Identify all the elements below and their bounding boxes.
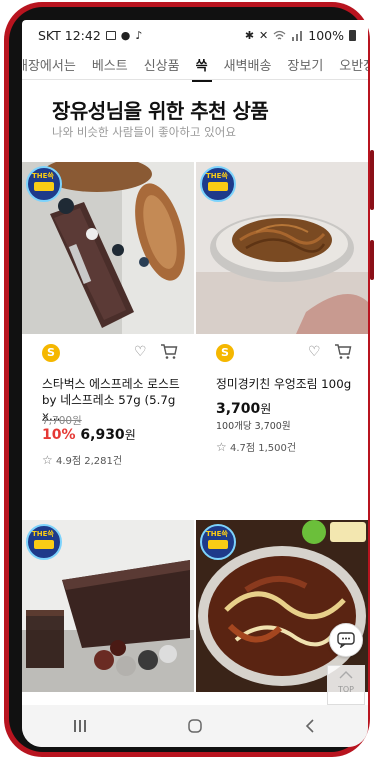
tab-dawn-delivery[interactable]: 새벽배송 — [216, 55, 280, 74]
sale-price: 6,930 — [80, 427, 125, 443]
volume-key — [370, 150, 374, 210]
product-name[interactable]: 정미경키친 우엉조림 100g — [216, 376, 366, 392]
battery-icon — [349, 29, 356, 41]
product-card[interactable]: THE쓱 S ♡ 정미경키친 우엉조림 100g 3,700원 100개당 3,… — [196, 162, 368, 492]
star-icon: ☆ — [42, 453, 53, 467]
wifi-icon — [273, 30, 286, 39]
heart-icon[interactable]: ♡ — [134, 344, 147, 360]
the-ssg-badge: THE쓱 — [200, 166, 236, 202]
price: 10% 6,930원 — [42, 427, 136, 443]
the-ssg-badge: THE쓱 — [200, 524, 236, 560]
vibrate-icon: ♪ — [135, 28, 143, 42]
status-time: SKT 12:42 — [38, 27, 101, 43]
photo-icon — [105, 30, 116, 40]
product-card[interactable]: THE쓱 S ♡ 스타벅스 에스프레소 로스트 by 네스프레소 57g (5.… — [22, 162, 195, 492]
chevron-up-icon — [339, 671, 353, 679]
the-ssg-badge: THE쓱 — [26, 524, 62, 560]
price: 3,700원 — [216, 401, 272, 417]
top-label: TOP — [337, 685, 354, 694]
battery-text: 100% — [308, 27, 344, 43]
tab-store[interactable]: 매장에서는 — [22, 55, 84, 74]
product-image[interactable]: THE쓱 — [196, 162, 368, 334]
mute-icon: ✕ — [259, 28, 269, 42]
the-ssg-badge: THE쓱 — [26, 166, 62, 202]
recents-icon[interactable] — [72, 718, 88, 734]
tab-new[interactable]: 신상품 — [136, 55, 188, 74]
scroll-top-button[interactable]: TOP — [327, 665, 365, 705]
power-key — [370, 240, 374, 280]
back-icon[interactable] — [302, 718, 318, 734]
tab-ssg[interactable]: 쓱 — [188, 55, 216, 82]
heart-icon[interactable]: ♡ — [308, 344, 321, 360]
signal-icon — [292, 30, 303, 41]
ssg-money-icon: S — [42, 344, 60, 362]
chat-button[interactable] — [329, 623, 363, 657]
section-subtitle: 나와 비슷한 사람들이 좋아하고 있어요 — [52, 125, 236, 139]
tab-grocery[interactable]: 장보기 — [279, 55, 331, 74]
chat-bubble-icon: ● — [120, 28, 131, 42]
discount-rate: 10% — [42, 427, 76, 443]
rating: ☆ 4.7점 1,500건 — [216, 440, 297, 454]
category-tabs: 매장에서는 베스트 신상품 쓱 새벽배송 장보기 오반장 — [22, 50, 368, 82]
unit-price: 100개당 3,700원 — [216, 421, 291, 432]
tab-obanjang[interactable]: 오반장 — [331, 55, 368, 74]
ssg-money-icon: S — [216, 344, 234, 362]
screen: SKT 12:42 ● ♪ ✱ ✕ 100% 매장에서는 베스트 신상품 쓱 새… — [22, 20, 368, 747]
product-card[interactable]: THE쓱 — [22, 520, 195, 700]
section-title: 장유성님을 위한 추천 상품 — [52, 99, 269, 123]
tab-best[interactable]: 베스트 — [84, 55, 136, 74]
bluetooth-icon: ✱ — [244, 28, 255, 42]
star-icon: ☆ — [216, 440, 227, 454]
product-image[interactable]: THE쓱 — [22, 162, 194, 334]
sale-price: 3,700 — [216, 401, 261, 417]
status-bar: SKT 12:42 ● ♪ ✱ ✕ 100% — [22, 20, 368, 50]
cart-icon[interactable] — [334, 342, 352, 360]
system-nav-bar — [22, 705, 368, 747]
home-icon[interactable] — [187, 718, 203, 734]
rating: ☆ 4.9점 2,281건 — [42, 453, 123, 467]
cart-icon[interactable] — [160, 342, 178, 360]
product-image[interactable]: THE쓱 — [22, 520, 194, 692]
chat-icon — [337, 632, 355, 648]
